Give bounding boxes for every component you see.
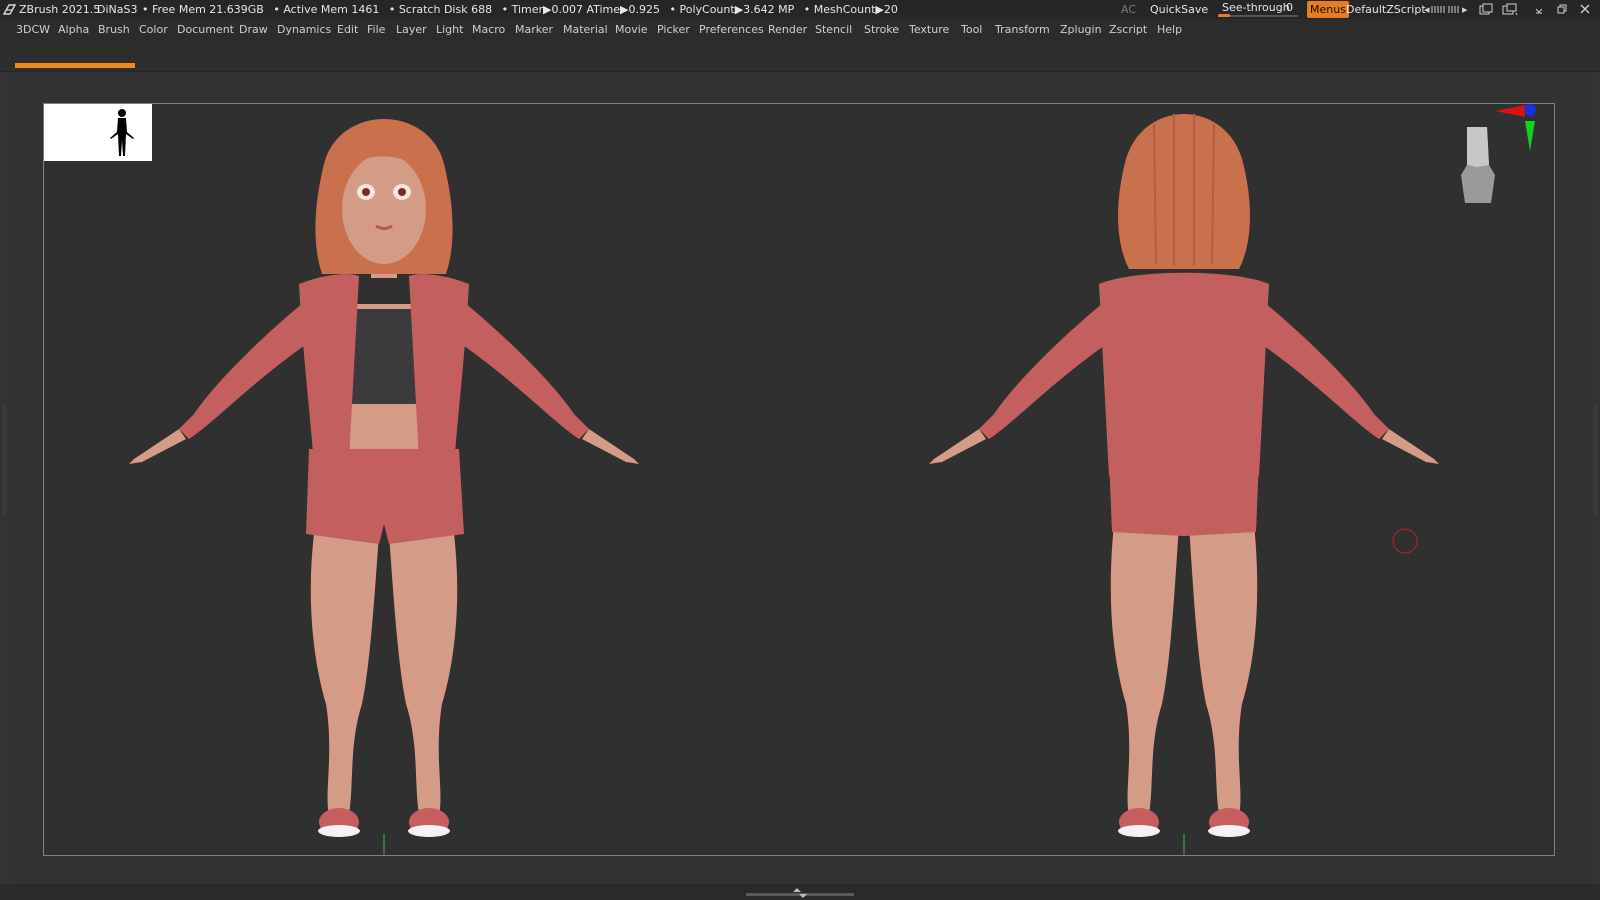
menus-toggle-button[interactable]: Menus bbox=[1307, 1, 1349, 18]
active-mem-stat: • Active Mem 1461 bbox=[273, 3, 380, 16]
right-hand-front bbox=[582, 429, 639, 464]
menu-preferences[interactable]: Preferences bbox=[699, 19, 764, 41]
minimize-icon[interactable] bbox=[1534, 4, 1544, 14]
right-leg-back bbox=[1189, 524, 1258, 814]
menu-zplugin[interactable]: Zplugin bbox=[1060, 19, 1102, 41]
menu-render[interactable]: Render bbox=[768, 19, 807, 41]
layout-next-icon[interactable]: ▸ bbox=[1462, 0, 1468, 19]
ac-label[interactable]: AC bbox=[1121, 0, 1136, 19]
menu-light[interactable]: Light bbox=[436, 19, 463, 41]
menu-picker[interactable]: Picker bbox=[657, 19, 690, 41]
ui-layout-icon[interactable] bbox=[1479, 3, 1493, 16]
ui-settings-icon[interactable] bbox=[1502, 3, 1518, 16]
left-sole-front bbox=[318, 825, 360, 837]
menu-alpha[interactable]: Alpha bbox=[58, 19, 89, 41]
progress-fill bbox=[15, 63, 135, 68]
quicksave-button[interactable]: QuickSave bbox=[1150, 0, 1208, 19]
jacket-back bbox=[1099, 272, 1269, 476]
viewport-canvas[interactable] bbox=[43, 103, 1555, 856]
left-tray-handle[interactable] bbox=[2, 405, 7, 515]
close-icon[interactable] bbox=[1580, 4, 1590, 14]
meshcount-stat: • MeshCount▶20 bbox=[803, 3, 898, 16]
jacket-left-front bbox=[299, 274, 359, 464]
see-through-value: 0 bbox=[1286, 1, 1293, 14]
right-sole-front bbox=[408, 825, 450, 837]
character-front-view[interactable] bbox=[129, 119, 639, 837]
menu-zscript[interactable]: Zscript bbox=[1109, 19, 1147, 41]
see-through-track bbox=[1218, 15, 1298, 17]
top-shelf bbox=[0, 41, 1600, 71]
menu-file[interactable]: File bbox=[367, 19, 385, 41]
menu-document[interactable]: Document bbox=[177, 19, 234, 41]
layout-bars-2-icon[interactable] bbox=[1448, 5, 1462, 14]
right-sole-back bbox=[1208, 825, 1250, 837]
layout-prev-icon[interactable]: ◂ bbox=[1424, 0, 1430, 19]
bottom-tray bbox=[0, 884, 1600, 900]
default-zscript-button[interactable]: DefaultZScript bbox=[1346, 0, 1426, 19]
menu-brush[interactable]: Brush bbox=[98, 19, 130, 41]
right-leg-front bbox=[389, 534, 458, 814]
title-bar: ZBrush 2021.5 DiNaS3 • Free Mem 21.639GB… bbox=[0, 0, 1600, 19]
menu-movie[interactable]: Movie bbox=[615, 19, 648, 41]
menu-layer[interactable]: Layer bbox=[396, 19, 427, 41]
right-iris bbox=[398, 188, 406, 196]
progress-bar bbox=[15, 63, 135, 68]
scratch-disk-stat: • Scratch Disk 688 bbox=[388, 3, 493, 16]
see-through-label: See-through bbox=[1222, 1, 1290, 14]
menu-draw[interactable]: Draw bbox=[239, 19, 268, 41]
shorts-front bbox=[306, 449, 464, 544]
face-front bbox=[342, 154, 426, 264]
layout-bars-icon[interactable] bbox=[1431, 5, 1445, 14]
timer-stat: • Timer▶0.007 ATime▶0.925 bbox=[501, 3, 660, 16]
left-iris bbox=[362, 188, 370, 196]
free-mem-stat: • Free Mem 21.639GB bbox=[142, 3, 264, 16]
menu-marker[interactable]: Marker bbox=[515, 19, 553, 41]
right-tray-handle[interactable] bbox=[1593, 405, 1598, 515]
brush-cursor-icon bbox=[1392, 528, 1418, 554]
menu-texture[interactable]: Texture bbox=[909, 19, 949, 41]
right-hand-back bbox=[1382, 429, 1439, 464]
polycount-stat: • PolyCount▶3.642 MP bbox=[669, 3, 795, 16]
silhouette-figure-icon bbox=[110, 109, 134, 156]
menu-stroke[interactable]: Stroke bbox=[864, 19, 899, 41]
see-through-slider[interactable]: See-through 0 bbox=[1218, 1, 1298, 17]
menu-color[interactable]: Color bbox=[139, 19, 168, 41]
menu-transform[interactable]: Transform bbox=[995, 19, 1050, 41]
restore-icon[interactable] bbox=[1557, 4, 1567, 14]
left-leg-front bbox=[310, 534, 379, 814]
left-hand-back bbox=[929, 429, 986, 464]
menu-material[interactable]: Material bbox=[563, 19, 608, 41]
navigation-gizmo-icon[interactable] bbox=[1455, 103, 1555, 213]
expand-collapse-icon[interactable] bbox=[790, 887, 810, 899]
jacket-right-front bbox=[409, 274, 469, 464]
menu-dynamics[interactable]: Dynamics bbox=[277, 19, 331, 41]
menu-edit[interactable]: Edit bbox=[337, 19, 358, 41]
gizmo-x-axis[interactable] bbox=[1495, 105, 1525, 117]
gizmo-y-axis[interactable] bbox=[1525, 121, 1535, 151]
menu-tool[interactable]: Tool bbox=[961, 19, 982, 41]
left-leg-back bbox=[1110, 524, 1179, 814]
menu-3dcw[interactable]: 3DCW bbox=[16, 19, 50, 41]
zbrush-logo-icon[interactable] bbox=[3, 3, 16, 16]
left-sole-back bbox=[1118, 825, 1160, 837]
menu-stencil[interactable]: Stencil bbox=[815, 19, 852, 41]
gizmo-z-axis[interactable] bbox=[1524, 104, 1536, 116]
menu-help[interactable]: Help bbox=[1157, 19, 1182, 41]
silhouette-thumbnail[interactable] bbox=[44, 104, 152, 161]
left-hand-front bbox=[129, 429, 186, 464]
app-title: ZBrush 2021.5 bbox=[19, 3, 101, 16]
hair-back bbox=[1118, 114, 1250, 269]
main-menu-bar: 3DCW Alpha Brush Color Document Draw Dyn… bbox=[0, 19, 1600, 41]
menu-macro[interactable]: Macro bbox=[472, 19, 505, 41]
project-name: DiNaS3 bbox=[97, 3, 138, 16]
model-viewport bbox=[129, 114, 1439, 855]
memory-stats: • Free Mem 21.639GB • Active Mem 1461 • … bbox=[142, 0, 904, 19]
character-back-view[interactable] bbox=[929, 114, 1439, 837]
